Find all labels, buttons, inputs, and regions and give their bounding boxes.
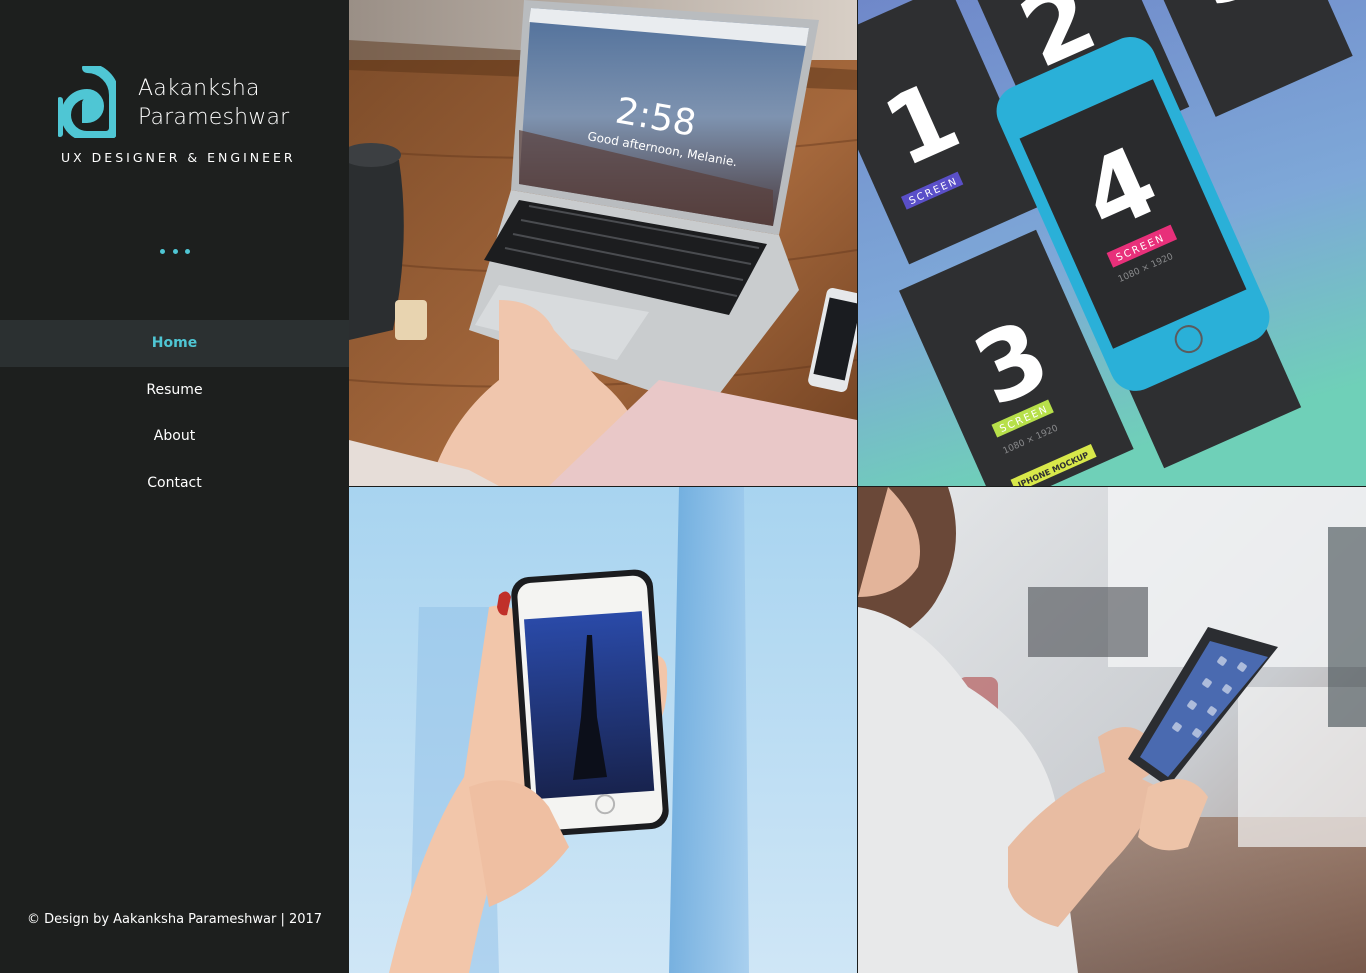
mockup-graphic: 1 2 5 3 SCREEN SCREEN 1080 × 1920 IPHONE… — [858, 0, 1366, 486]
gallery-tile-laptop[interactable]: 2:58 Good afternoon, Melanie. — [349, 0, 857, 486]
gallery-tile-phone-camera[interactable] — [349, 487, 857, 973]
phone-user-photo — [858, 487, 1366, 973]
brand-last-name: Parameshwar — [138, 105, 290, 130]
gallery-grid: 2:58 Good afternoon, Melanie. 1 2 3 SCRE… — [349, 0, 1366, 973]
phone-camera-photo — [349, 487, 857, 973]
nav-item-about[interactable]: About — [0, 413, 349, 460]
gallery-tile-phone-user[interactable] — [858, 487, 1366, 973]
dot — [185, 249, 190, 254]
dot — [172, 249, 178, 254]
brand[interactable]: Aakanksha Parameshwar UX DESIGNER & ENGI… — [58, 66, 298, 176]
laptop-photo: 2:58 Good afternoon, Melanie. — [349, 0, 857, 486]
dot — [160, 249, 165, 254]
sidebar: Aakanksha Parameshwar UX DESIGNER & ENGI… — [0, 0, 349, 973]
nav-item-contact[interactable]: Contact — [0, 460, 349, 507]
gallery-tile-mockup[interactable]: 1 2 5 3 SCREEN SCREEN 1080 × 1920 IPHONE… — [858, 0, 1366, 486]
brand-first-name: Aakanksha — [138, 76, 260, 101]
brand-name: Aakanksha Parameshwar — [138, 74, 289, 132]
more-dots-icon[interactable] — [160, 248, 190, 256]
nav-item-resume[interactable]: Resume — [0, 367, 349, 414]
main-nav: Home Resume About Contact — [0, 320, 349, 507]
brand-tagline: UX DESIGNER & ENGINEER — [61, 150, 296, 165]
nav-item-home[interactable]: Home — [0, 320, 349, 367]
logo-icon — [58, 66, 116, 138]
footer-copyright: © Design by Aakanksha Parameshwar | 2017 — [26, 912, 323, 927]
